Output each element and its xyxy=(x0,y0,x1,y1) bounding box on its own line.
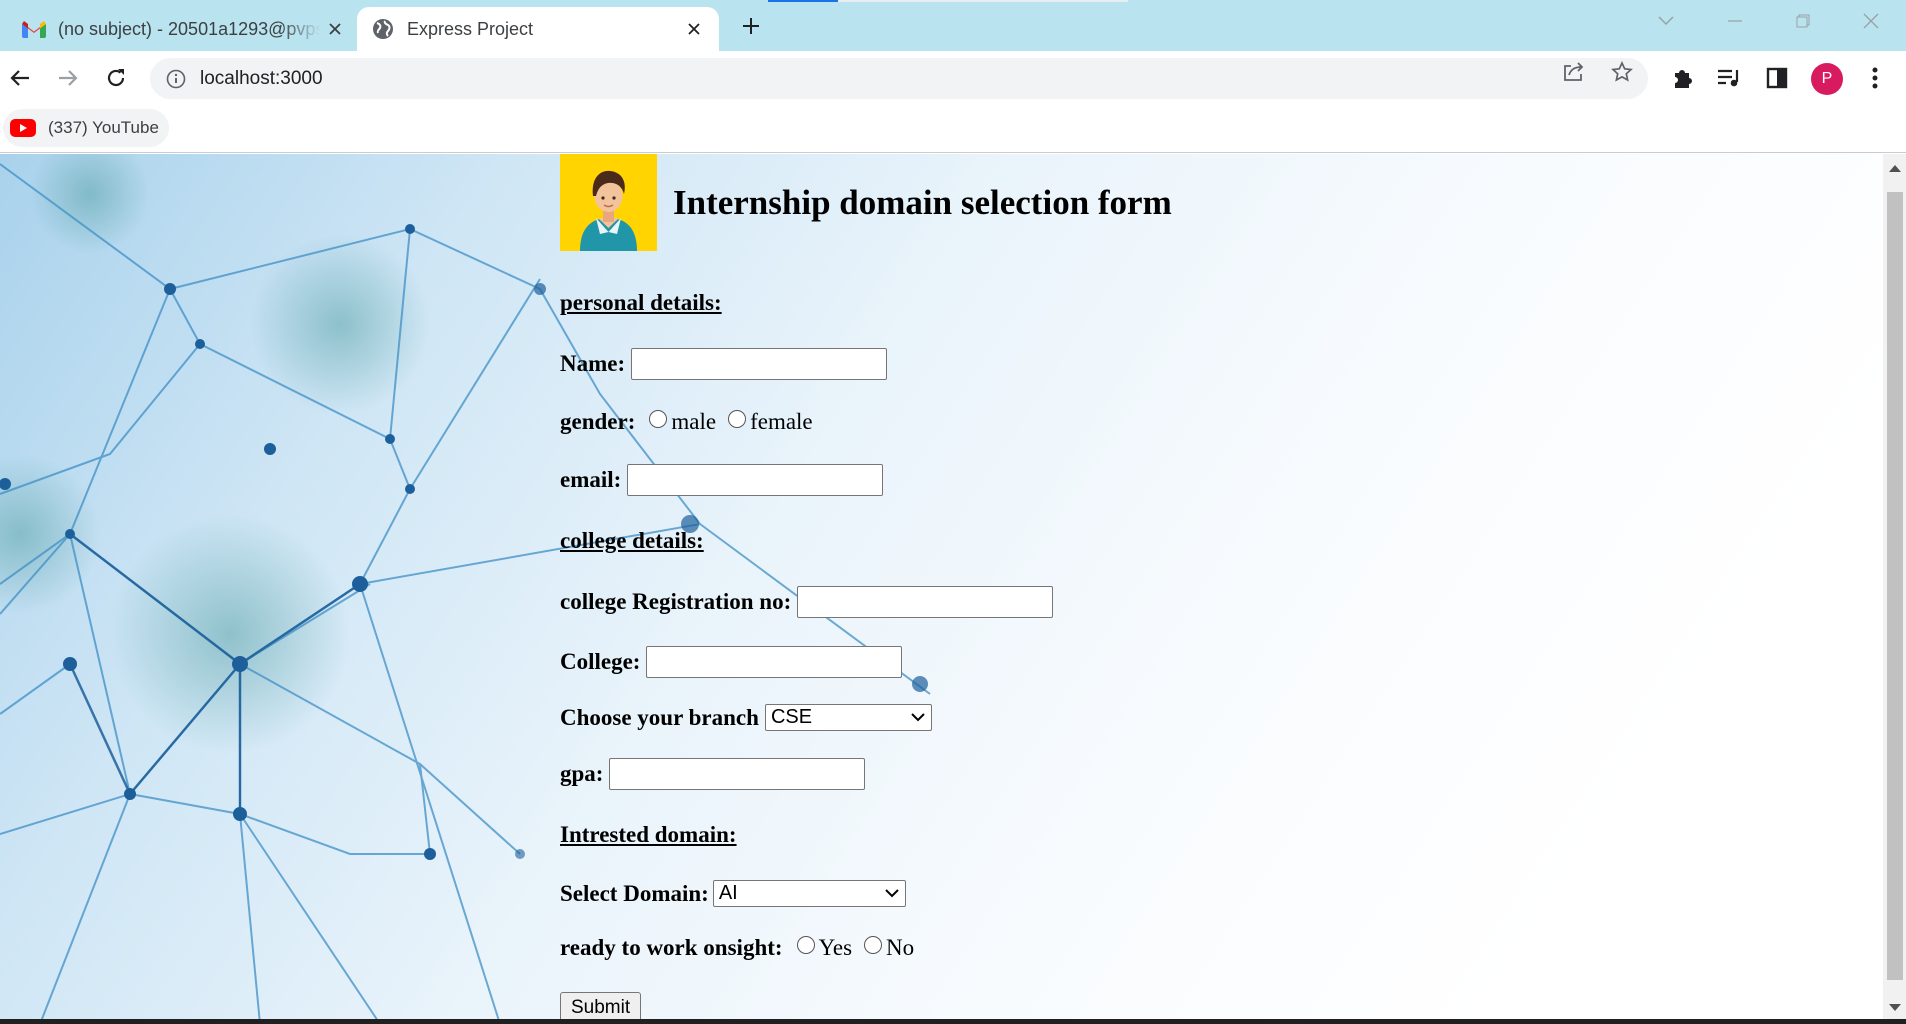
restore-icon[interactable] xyxy=(1781,6,1825,36)
scroll-up-arrow-icon[interactable] xyxy=(1889,165,1901,172)
close-tab-icon[interactable] xyxy=(679,14,709,44)
onsite-yes-label: Yes xyxy=(818,935,853,960)
college-label: College: xyxy=(560,649,641,674)
gpa-input[interactable] xyxy=(609,758,866,790)
vertical-scrollbar[interactable] xyxy=(1883,154,1906,1024)
reload-icon[interactable] xyxy=(98,60,134,96)
page-viewport: Internship domain selection form persona… xyxy=(0,154,1883,1024)
close-tab-icon[interactable] xyxy=(320,14,350,44)
forward-icon[interactable] xyxy=(50,60,86,96)
student-avatar-image xyxy=(560,154,657,251)
registration-row: college Registration no: xyxy=(560,586,1054,618)
domain-selected-value: AI xyxy=(718,882,738,904)
extensions-icon[interactable] xyxy=(1665,61,1699,95)
gpa-row: gpa: xyxy=(560,758,866,790)
name-label: Name: xyxy=(560,351,626,376)
site-info-icon[interactable] xyxy=(164,67,188,91)
gender-female-radio[interactable] xyxy=(728,410,747,428)
bookmark-youtube[interactable]: (337) YouTube xyxy=(3,109,169,147)
bookmarks-bar: (337) YouTube xyxy=(0,105,1906,153)
tab-loading-track xyxy=(838,0,1128,2)
back-icon[interactable] xyxy=(2,60,38,96)
bookmark-label: (337) YouTube xyxy=(48,118,159,137)
gender-label: gender: xyxy=(560,409,636,434)
tab-express-project[interactable]: Express Project xyxy=(357,7,719,51)
browser-toolbar: localhost:3000 P xyxy=(0,51,1906,105)
chevron-down-icon xyxy=(885,889,899,898)
menu-kebab-icon[interactable] xyxy=(1858,61,1892,95)
email-input[interactable] xyxy=(627,464,884,496)
side-panel-icon[interactable] xyxy=(1760,61,1794,95)
tab-search-icon[interactable] xyxy=(1644,6,1688,36)
domain-select[interactable]: AI xyxy=(712,880,906,907)
onsite-row: ready to work onsight: Yes No xyxy=(560,935,914,961)
form-header: Internship domain selection form xyxy=(560,154,1172,251)
horizontal-scrollbar[interactable] xyxy=(0,1019,1906,1024)
registration-label: college Registration no: xyxy=(560,589,792,614)
page-title: Internship domain selection form xyxy=(673,182,1172,222)
globe-icon xyxy=(369,15,397,43)
profile-avatar[interactable]: P xyxy=(1811,63,1843,95)
scrollbar-thumb[interactable] xyxy=(1887,192,1903,980)
new-tab-button[interactable] xyxy=(736,11,766,41)
gender-male-label: male xyxy=(671,409,717,434)
tab-loading-indicator xyxy=(768,0,838,2)
gpa-label: gpa: xyxy=(560,761,604,786)
tab-strip: (no subject) - 20501a1293@pvpsit.ac.in -… xyxy=(0,0,1906,51)
minimize-icon[interactable] xyxy=(1713,6,1757,36)
onsite-yes-radio[interactable] xyxy=(796,936,815,954)
section-college-details: college details: xyxy=(560,528,704,553)
branch-select[interactable]: CSE xyxy=(764,704,932,731)
name-row: Name: xyxy=(560,348,888,380)
domain-row: Select Domain: AI xyxy=(560,880,906,907)
onsite-no-label: No xyxy=(886,935,915,960)
gmail-icon xyxy=(20,15,48,43)
scroll-down-arrow-icon[interactable] xyxy=(1889,1004,1901,1011)
url-text: localhost:3000 xyxy=(200,67,323,89)
email-row: email: xyxy=(560,464,884,496)
gender-female-label: female xyxy=(750,409,813,434)
domain-label: Select Domain: xyxy=(560,880,709,906)
section-interested-domain: Intrested domain: xyxy=(560,822,737,847)
bookmark-star-icon[interactable] xyxy=(1610,60,1634,84)
youtube-icon xyxy=(10,119,36,137)
share-icon[interactable] xyxy=(1562,60,1586,84)
tab-gmail[interactable]: (no subject) - 20501a1293@pvpsit.ac.in -… xyxy=(8,7,360,51)
gender-male-radio[interactable] xyxy=(649,410,668,428)
onsite-no-radio[interactable] xyxy=(864,936,883,954)
branch-row: Choose your branch CSE xyxy=(560,704,932,731)
email-label: email: xyxy=(560,467,622,492)
name-input[interactable] xyxy=(631,348,888,380)
gender-row: gender: male female xyxy=(560,409,813,435)
media-control-icon[interactable] xyxy=(1712,61,1746,95)
college-row: College: xyxy=(560,646,903,678)
registration-input[interactable] xyxy=(797,586,1054,618)
college-input[interactable] xyxy=(646,646,903,678)
section-personal-details: personal details: xyxy=(560,290,722,315)
address-bar[interactable]: localhost:3000 xyxy=(150,58,1648,99)
branch-selected-value: CSE xyxy=(770,706,813,728)
tab-title: (no subject) - 20501a1293@pvpsit.ac.in -… xyxy=(58,18,320,39)
branch-label: Choose your branch xyxy=(560,704,759,730)
window-close-icon[interactable] xyxy=(1849,6,1893,36)
chevron-down-icon xyxy=(911,713,925,722)
onsite-label: ready to work onsight: xyxy=(560,935,783,960)
tab-title: Express Project xyxy=(407,18,534,39)
